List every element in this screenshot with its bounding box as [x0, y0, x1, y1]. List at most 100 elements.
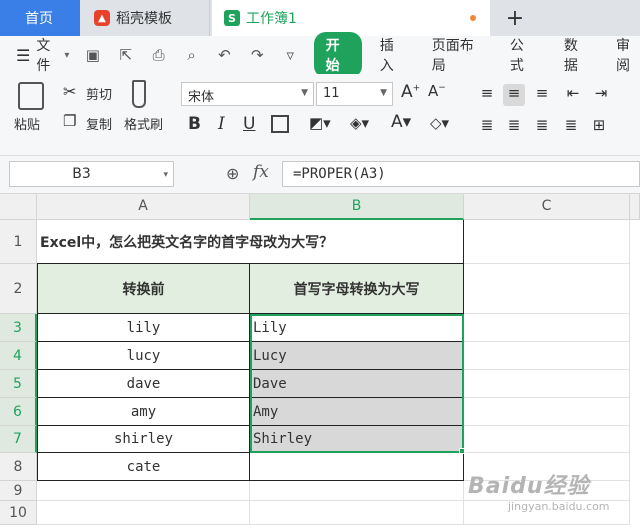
- menu-insert[interactable]: 插入: [380, 35, 404, 75]
- print-icon[interactable]: ⎙: [149, 46, 168, 64]
- menu-file[interactable]: 文件: [36, 35, 60, 75]
- cell-b3[interactable]: Lily: [250, 314, 464, 342]
- row-header-8[interactable]: 8: [0, 453, 37, 481]
- chevron-down-icon[interactable]: ▾: [163, 170, 168, 180]
- cell-b9[interactable]: [250, 481, 464, 501]
- row-header-3[interactable]: 3: [0, 314, 37, 342]
- cell-a6[interactable]: amy: [37, 398, 250, 426]
- undo-icon[interactable]: ↶: [215, 46, 234, 64]
- cell-a5[interactable]: dave: [37, 370, 250, 398]
- insert-function-icon[interactable]: fx: [253, 162, 269, 182]
- cell-a2-header[interactable]: 转换前: [37, 264, 250, 314]
- cell-b6[interactable]: Amy: [250, 398, 464, 426]
- cell-b4[interactable]: Lucy: [250, 342, 464, 370]
- align-bottom-icon[interactable]: ≡: [531, 84, 553, 106]
- cut-button[interactable]: 剪切: [86, 84, 112, 103]
- cell-b10[interactable]: [250, 501, 464, 525]
- increase-indent-icon[interactable]: ⇥: [590, 84, 612, 106]
- cell-a7[interactable]: shirley: [37, 426, 250, 453]
- fill-color-icon[interactable]: ◈▾: [350, 114, 369, 132]
- cell-c2[interactable]: [464, 264, 630, 314]
- tab-workbook[interactable]: S 工作簿1: [212, 0, 490, 36]
- menu-review[interactable]: 审阅: [616, 35, 640, 75]
- fill-handle[interactable]: [459, 448, 465, 454]
- row-header-2[interactable]: 2: [0, 264, 37, 314]
- row-header-6[interactable]: 6: [0, 398, 37, 426]
- chevron-down-icon[interactable]: ▼: [301, 88, 308, 98]
- menu-start[interactable]: 开始: [313, 32, 362, 78]
- column-header-a[interactable]: A: [37, 194, 250, 220]
- underline-button[interactable]: U: [243, 114, 255, 134]
- row-header-7[interactable]: 7: [0, 426, 37, 453]
- increase-font-icon[interactable]: A+: [401, 82, 420, 102]
- cell-c4[interactable]: [464, 342, 630, 370]
- row-header-4[interactable]: 4: [0, 342, 37, 370]
- eraser-icon[interactable]: ◇▾: [430, 114, 449, 132]
- cell-a1-title[interactable]: Excel中，怎么把英文名字的首字母改为大写？: [37, 220, 464, 264]
- row-header-10[interactable]: 10: [0, 501, 37, 525]
- new-tab-button[interactable]: +: [500, 0, 530, 36]
- column-header-c[interactable]: C: [464, 194, 630, 220]
- formula-input[interactable]: =PROPER(A3): [282, 161, 640, 187]
- cell-a10[interactable]: [37, 501, 250, 525]
- column-header-b[interactable]: B: [250, 194, 464, 220]
- paste-button[interactable]: 粘贴: [14, 114, 40, 133]
- font-size-select[interactable]: 11 ▼: [316, 82, 393, 106]
- menu-data[interactable]: 数据: [564, 35, 588, 75]
- cell-a8[interactable]: cate: [37, 453, 250, 481]
- decrease-font-icon[interactable]: A−: [428, 82, 446, 100]
- italic-button[interactable]: I: [218, 114, 225, 134]
- chevron-down-icon[interactable]: ▼: [380, 88, 387, 98]
- cell-c1[interactable]: [464, 220, 630, 264]
- save-icon[interactable]: ▣: [83, 46, 102, 64]
- font-color-icon[interactable]: A▾: [391, 112, 411, 132]
- zoom-search-icon[interactable]: ⊕: [226, 164, 239, 183]
- cell-b2-header[interactable]: 首写字母转换为大写: [250, 264, 464, 314]
- copy-icon[interactable]: ❐: [63, 112, 76, 130]
- cell-b5[interactable]: Dave: [250, 370, 464, 398]
- tab-docer-templates[interactable]: ▲ 稻壳模板: [82, 0, 210, 36]
- decrease-indent-icon[interactable]: ⇤: [562, 84, 584, 106]
- menu-formula[interactable]: 公式: [510, 35, 534, 75]
- select-all-corner[interactable]: [0, 194, 37, 220]
- font-name-select[interactable]: 宋体 ▼: [181, 82, 314, 106]
- distributed-align-icon[interactable]: ⊞: [588, 116, 610, 134]
- hamburger-menu-icon[interactable]: ☰: [16, 46, 30, 65]
- bold-button[interactable]: B: [188, 114, 201, 134]
- copy-button[interactable]: 复制: [86, 114, 112, 133]
- cell-c6[interactable]: [464, 398, 630, 426]
- cell-a9[interactable]: [37, 481, 250, 501]
- cell-a3[interactable]: lily: [37, 314, 250, 342]
- format-painter-button[interactable]: 格式刷: [124, 114, 163, 133]
- format-painter-icon[interactable]: [132, 80, 146, 108]
- cell-b7[interactable]: Shirley: [250, 426, 464, 453]
- cell-a4[interactable]: lucy: [37, 342, 250, 370]
- menu-page-layout[interactable]: 页面布局: [432, 35, 480, 75]
- print-preview-icon[interactable]: ⌕: [182, 46, 201, 64]
- scissors-icon[interactable]: ✂: [63, 82, 76, 101]
- justify-icon[interactable]: ≣: [560, 116, 582, 134]
- align-right-icon[interactable]: ≣: [531, 116, 553, 134]
- paste-icon[interactable]: [18, 82, 44, 110]
- column-header-d[interactable]: [630, 194, 640, 220]
- tab-home[interactable]: 首页: [0, 0, 80, 36]
- row-header-1[interactable]: 1: [0, 220, 37, 264]
- align-middle-icon[interactable]: ≡: [503, 84, 525, 106]
- row-header-5[interactable]: 5: [0, 370, 37, 398]
- cell-c7[interactable]: [464, 426, 630, 453]
- chevron-down-icon[interactable]: ▾: [64, 50, 69, 61]
- borders-icon[interactable]: [271, 115, 289, 133]
- customize-quick-access-icon[interactable]: ▿: [281, 46, 300, 64]
- align-left-icon[interactable]: ≣: [476, 116, 498, 134]
- cell-style-icon[interactable]: ◩▾: [309, 114, 331, 132]
- name-box[interactable]: B3 ▾: [9, 161, 174, 187]
- export-icon[interactable]: ⇱: [116, 46, 135, 64]
- cell-c3[interactable]: [464, 314, 630, 342]
- row-header-9[interactable]: 9: [0, 481, 37, 501]
- cell-b8[interactable]: [250, 453, 464, 481]
- font-size-value: 11: [323, 86, 340, 101]
- cell-c5[interactable]: [464, 370, 630, 398]
- align-center-icon[interactable]: ≣: [503, 116, 525, 134]
- redo-icon[interactable]: ↷: [248, 46, 267, 64]
- align-top-icon[interactable]: ≡: [476, 84, 498, 106]
